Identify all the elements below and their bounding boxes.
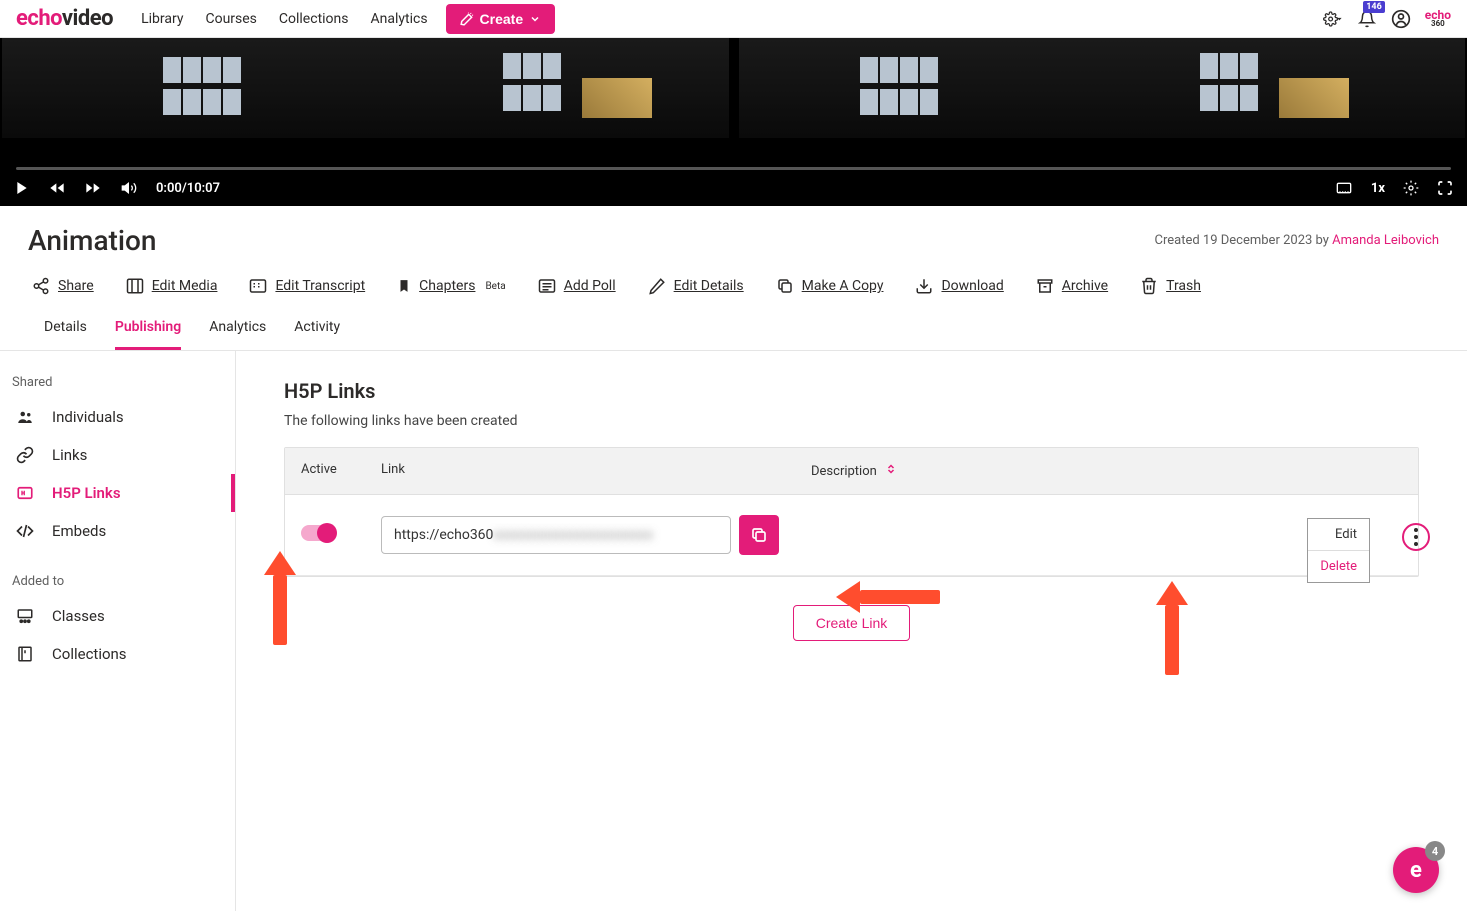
archive-action[interactable]: Archive bbox=[1036, 277, 1108, 295]
captions-button[interactable] bbox=[1335, 180, 1353, 196]
logo[interactable]: echovideo bbox=[16, 6, 113, 31]
description-cell bbox=[795, 521, 1346, 549]
edit-media-action[interactable]: Edit Media bbox=[126, 277, 218, 295]
col-actions bbox=[1346, 448, 1418, 494]
account-icon[interactable] bbox=[1391, 9, 1411, 29]
author-link[interactable]: Amanda Leibovich bbox=[1332, 233, 1439, 248]
tabs: Details Publishing Analytics Activity bbox=[0, 309, 1467, 351]
rewind-button[interactable] bbox=[48, 180, 66, 196]
help-widget[interactable]: e 4 bbox=[1393, 847, 1439, 893]
action-bar: Share Edit Media Edit Transcript Chapter… bbox=[0, 269, 1467, 309]
table-row: https://echo360xxxxxxxxxxxxxxxxxxxxxxx E… bbox=[285, 495, 1418, 576]
sidebar-item-individuals[interactable]: Individuals bbox=[0, 398, 235, 436]
col-link: Link bbox=[365, 448, 795, 494]
edit-transcript-action[interactable]: Edit Transcript bbox=[249, 277, 365, 295]
volume-button[interactable] bbox=[120, 180, 138, 196]
sidebar-item-classes[interactable]: Classes bbox=[0, 597, 235, 635]
sort-icon bbox=[885, 462, 897, 480]
col-active: Active bbox=[285, 448, 365, 494]
nav-right: 146 echo360 bbox=[1323, 9, 1451, 29]
chapters-action[interactable]: ChaptersBeta bbox=[397, 277, 506, 295]
top-nav: echovideo Library Courses Collections An… bbox=[0, 0, 1467, 38]
content: Shared Individuals Links H5P Links Embed… bbox=[0, 351, 1467, 911]
video-time: 0:00/10:07 bbox=[156, 181, 220, 196]
nav-collections[interactable]: Collections bbox=[279, 11, 349, 27]
share-action[interactable]: Share bbox=[32, 277, 94, 295]
nav-library[interactable]: Library bbox=[141, 11, 183, 27]
collections-icon bbox=[14, 645, 36, 663]
sidebar-item-h5p-links[interactable]: H5P Links bbox=[0, 474, 235, 512]
forward-button[interactable] bbox=[84, 180, 102, 196]
menu-delete[interactable]: Delete bbox=[1308, 550, 1369, 582]
download-action[interactable]: Download bbox=[915, 277, 1003, 295]
tab-publishing[interactable]: Publishing bbox=[115, 309, 181, 350]
help-widget-letter: e bbox=[1410, 858, 1422, 883]
video-preview-right[interactable] bbox=[739, 38, 1466, 138]
col-description[interactable]: Description bbox=[795, 448, 1346, 494]
menu-edit[interactable]: Edit bbox=[1308, 519, 1369, 550]
video-player: 0:00/10:07 1x bbox=[0, 38, 1467, 206]
edit-details-action[interactable]: Edit Details bbox=[648, 277, 744, 295]
page-title: Animation bbox=[28, 224, 156, 257]
player-settings-button[interactable] bbox=[1403, 180, 1419, 196]
help-widget-badge: 4 bbox=[1425, 841, 1445, 861]
mini-logo[interactable]: echo360 bbox=[1425, 10, 1451, 28]
h5p-icon bbox=[14, 484, 36, 502]
link-icon bbox=[14, 446, 36, 464]
tab-details[interactable]: Details bbox=[44, 309, 87, 350]
link-url-field[interactable]: https://echo360xxxxxxxxxxxxxxxxxxxxxxx bbox=[381, 516, 731, 554]
row-menu: Edit Delete bbox=[1307, 518, 1370, 583]
tab-analytics[interactable]: Analytics bbox=[209, 309, 266, 350]
create-link-button[interactable]: Create Link bbox=[793, 605, 911, 641]
wand-icon bbox=[460, 12, 474, 26]
nav-courses[interactable]: Courses bbox=[205, 11, 256, 27]
people-icon bbox=[14, 408, 36, 426]
add-poll-action[interactable]: Add Poll bbox=[538, 277, 616, 295]
code-icon bbox=[14, 522, 36, 540]
play-button[interactable] bbox=[14, 180, 30, 196]
sidebar-item-links[interactable]: Links bbox=[0, 436, 235, 474]
chevron-down-icon bbox=[529, 13, 541, 25]
fullscreen-button[interactable] bbox=[1437, 180, 1453, 196]
sidebar-item-embeds[interactable]: Embeds bbox=[0, 512, 235, 550]
panel-title: H5P Links bbox=[284, 379, 1419, 403]
create-label: Create bbox=[480, 11, 524, 27]
sidebar-header-shared: Shared bbox=[0, 367, 235, 398]
logo-part2: video bbox=[62, 6, 113, 31]
make-copy-action[interactable]: Make A Copy bbox=[776, 277, 884, 295]
tab-activity[interactable]: Activity bbox=[294, 309, 340, 350]
links-table: Active Link Description https://echo360x… bbox=[284, 447, 1419, 577]
more-vertical-icon bbox=[1414, 528, 1418, 546]
settings-icon[interactable] bbox=[1323, 9, 1343, 29]
create-button[interactable]: Create bbox=[446, 4, 556, 34]
title-row: Animation Created 19 December 2023 by Am… bbox=[0, 206, 1467, 269]
sidebar: Shared Individuals Links H5P Links Embed… bbox=[0, 351, 236, 911]
nav-links: Library Courses Collections Analytics bbox=[141, 11, 427, 27]
sidebar-header-added-to: Added to bbox=[0, 566, 235, 597]
notification-badge: 146 bbox=[1363, 1, 1385, 13]
row-more-button[interactable] bbox=[1402, 523, 1430, 551]
nav-analytics[interactable]: Analytics bbox=[371, 11, 428, 27]
table-header: Active Link Description bbox=[285, 448, 1418, 495]
trash-action[interactable]: Trash bbox=[1140, 277, 1201, 295]
copy-link-button[interactable] bbox=[739, 515, 779, 555]
created-by: Created 19 December 2023 by Amanda Leibo… bbox=[1154, 233, 1439, 248]
active-toggle[interactable] bbox=[301, 525, 335, 541]
classes-icon bbox=[14, 607, 36, 625]
video-controls: 0:00/10:07 1x bbox=[0, 170, 1467, 206]
playback-speed[interactable]: 1x bbox=[1371, 181, 1385, 196]
sidebar-item-collections[interactable]: Collections bbox=[0, 635, 235, 673]
notifications-icon[interactable]: 146 bbox=[1357, 9, 1377, 29]
video-preview-left[interactable] bbox=[2, 38, 729, 138]
logo-part1: echo bbox=[16, 6, 62, 31]
panel-subtitle: The following links have been created bbox=[284, 413, 1419, 429]
main-panel: H5P Links The following links have been … bbox=[236, 351, 1467, 911]
